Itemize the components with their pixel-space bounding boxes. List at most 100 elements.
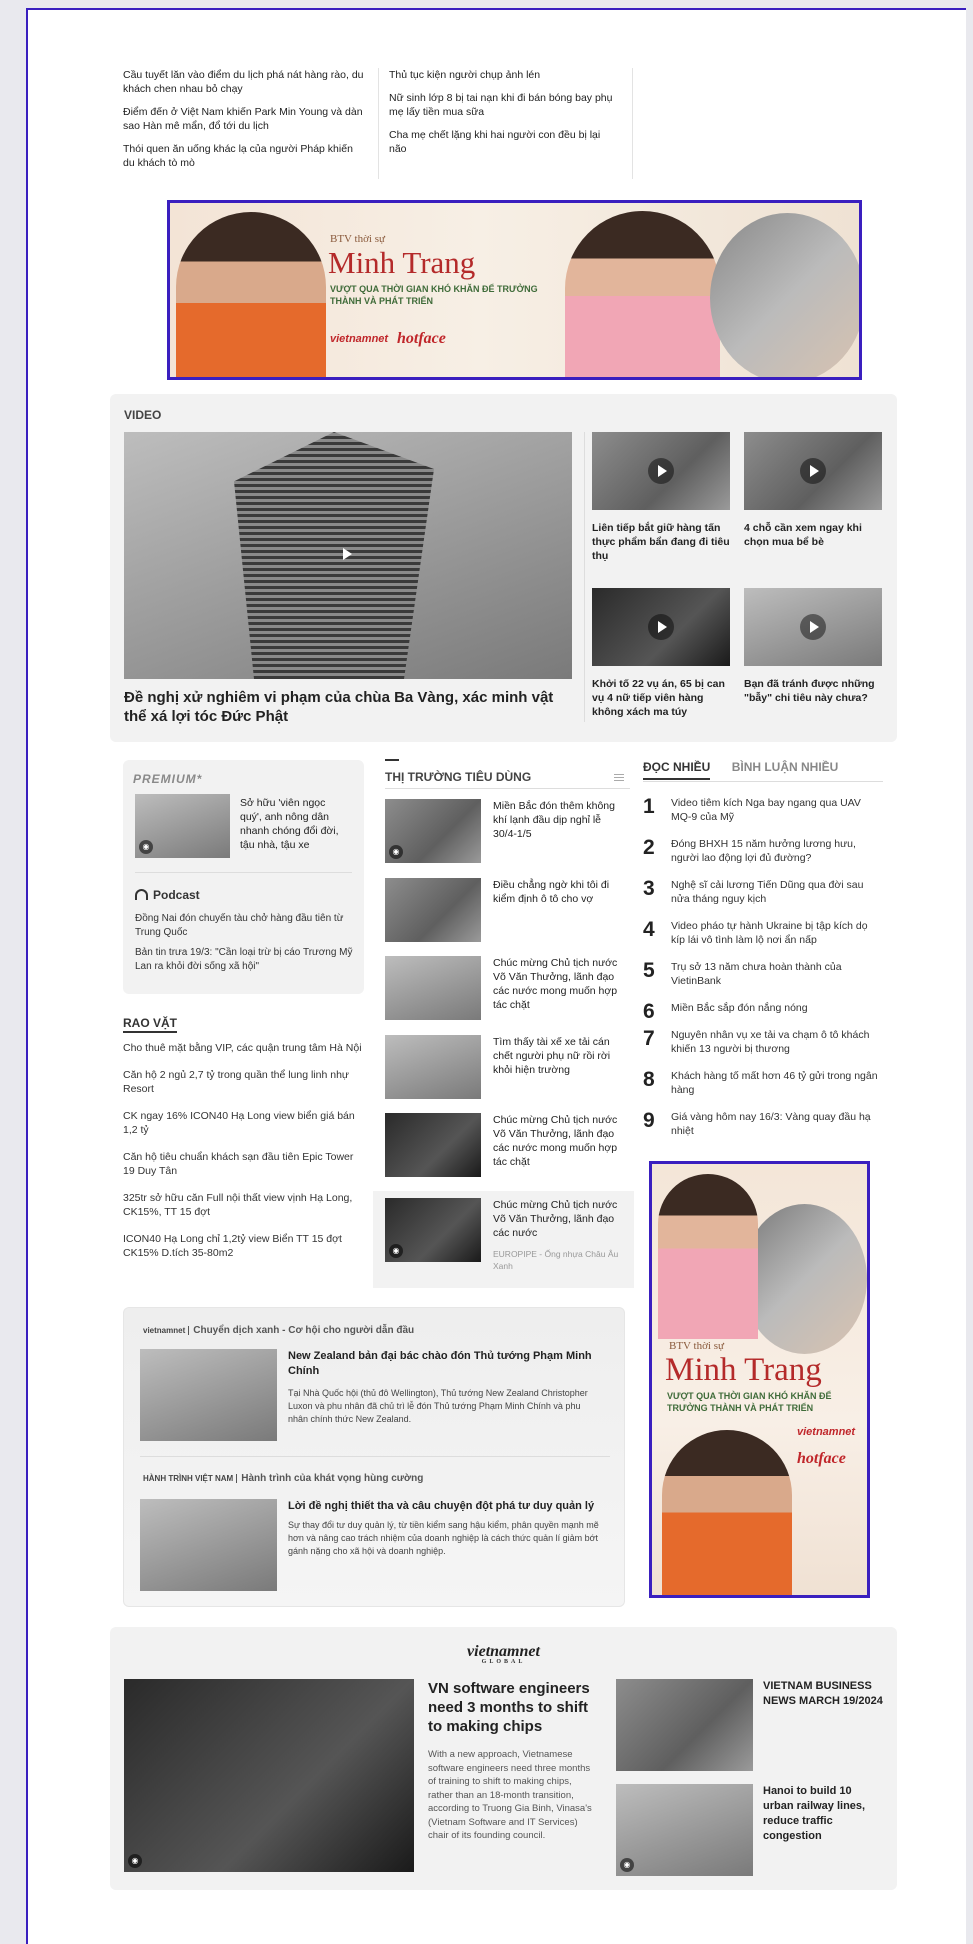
most-read-item[interactable]: 4 Video pháo tự hành Ukraine bị tập kích … bbox=[643, 918, 883, 947]
related-link[interactable]: Thói quen ăn uống khác lạ của người Pháp… bbox=[123, 142, 366, 170]
most-read-item[interactable]: 1 Video tiêm kích Nga bay ngang qua UAV M… bbox=[643, 795, 883, 824]
most-read-title[interactable]: Video pháo tự hành Ukraine bị tập kích d… bbox=[671, 920, 868, 946]
global-main-title[interactable]: VN software engineers need 3 months to s… bbox=[428, 1679, 593, 1736]
play-icon[interactable] bbox=[333, 541, 363, 571]
most-read-title[interactable]: Trụ sở 13 năm chưa hoàn thành của Vietin… bbox=[671, 961, 842, 987]
video-card[interactable]: Bạn đã tránh được những "bẫy" chi tiêu n… bbox=[744, 588, 882, 705]
news-card[interactable]: ◉ Miền Bắc đón thêm không khí lạnh đầu d… bbox=[385, 799, 630, 865]
related-link[interactable]: Cầu tuyết lăn vào điểm du lịch phá nát h… bbox=[123, 68, 366, 96]
news-thumbnail[interactable]: ◉ bbox=[385, 1198, 481, 1262]
news-title[interactable]: Miền Bắc đón thêm không khí lạnh đầu dịp… bbox=[493, 799, 625, 841]
news-thumbnail[interactable] bbox=[385, 878, 481, 942]
video-card[interactable]: 4 chỗ cần xem ngay khi chọn mua bể bè bbox=[744, 432, 882, 549]
podcast-label: Podcast bbox=[153, 888, 200, 902]
related-link[interactable]: Điểm đến ở Việt Nam khiến Park Min Young… bbox=[123, 105, 366, 133]
most-read-item[interactable]: 7 Nguyên nhân vụ xe tải va chạm ô tô khác… bbox=[643, 1027, 883, 1056]
video-card[interactable]: Liên tiếp bắt giữ hàng tấn thực phẩm bẩn… bbox=[592, 432, 730, 563]
video-card-title[interactable]: Bạn đã tránh được những "bẫy" chi tiêu n… bbox=[744, 677, 882, 705]
video-card-title[interactable]: 4 chỗ cần xem ngay khi chọn mua bể bè bbox=[744, 521, 882, 549]
video-main-thumbnail[interactable] bbox=[124, 432, 572, 679]
hotface-logo: hotface bbox=[397, 330, 446, 347]
podcast-item[interactable]: Bản tin trưa 19/3: "Cần loại trừ bị cáo … bbox=[135, 946, 360, 974]
news-title[interactable]: Chúc mừng Chủ tịch nước Võ Văn Thưởng, l… bbox=[493, 956, 625, 1012]
play-icon[interactable] bbox=[800, 614, 826, 640]
vietnamnet-global-logo[interactable]: vietnamnet GLOBAL bbox=[110, 1643, 897, 1665]
news-thumbnail[interactable]: ◉ bbox=[385, 799, 481, 863]
partner-story-title[interactable]: Lời đề nghị thiết tha và câu chuyện đột … bbox=[288, 1499, 598, 1514]
news-title[interactable]: Chúc mừng Chủ tịch nước Võ Văn Thưởng, l… bbox=[493, 1113, 625, 1169]
most-read-item[interactable]: 2 Đóng BHXH 15 năm hưởng lương hưu, người… bbox=[643, 836, 883, 865]
news-card[interactable]: Điều chẳng ngờ khi tôi đi kiểm định ô tô… bbox=[385, 878, 630, 944]
news-card[interactable]: Tìm thấy tài xế xe tải cán chết người ph… bbox=[385, 1035, 630, 1101]
global-main-thumbnail[interactable]: ◉ bbox=[124, 1679, 414, 1872]
play-icon[interactable] bbox=[648, 614, 674, 640]
ad-banner-top[interactable]: BTV thời sự Minh Trang VƯỢT QUA THỜI GIA… bbox=[167, 200, 862, 380]
video-card-title[interactable]: Liên tiếp bắt giữ hàng tấn thực phẩm bẩn… bbox=[592, 521, 730, 563]
premium-thumbnail[interactable]: ◉ bbox=[135, 794, 230, 858]
news-card[interactable]: Chúc mừng Chủ tịch nước Võ Văn Thưởng, l… bbox=[385, 1113, 630, 1179]
classified-item[interactable]: 325tr sở hữu căn Full nội thất view vịnh… bbox=[123, 1191, 364, 1219]
video-card-title[interactable]: Khởi tố 22 vụ án, 65 bị can vụ 4 nữ tiếp… bbox=[592, 677, 730, 719]
most-read-title[interactable]: Nghệ sĩ cải lương Tiến Dũng qua đời sau … bbox=[671, 879, 863, 905]
tab-most-read[interactable]: ĐỌC NHIỀU bbox=[643, 760, 711, 780]
classified-item[interactable]: CK ngay 16% ICON40 Hạ Long view biển giá… bbox=[123, 1109, 364, 1137]
video-main-title[interactable]: Đề nghị xử nghiêm vi phạm của chùa Ba Và… bbox=[124, 688, 572, 726]
related-link[interactable]: Thủ tục kiện người chụp ảnh lén bbox=[389, 68, 620, 82]
tab-most-commented[interactable]: BÌNH LUẬN NHIỀU bbox=[732, 760, 839, 774]
news-title[interactable]: Chúc mừng Chủ tịch nước Võ Văn Thưởng, l… bbox=[493, 1198, 625, 1240]
news-card[interactable]: Chúc mừng Chủ tịch nước Võ Văn Thưởng, l… bbox=[385, 956, 630, 1022]
most-read-title[interactable]: Đóng BHXH 15 năm hưởng lương hưu, người … bbox=[671, 838, 856, 864]
news-thumbnail[interactable] bbox=[385, 956, 481, 1020]
most-read-item[interactable]: 3 Nghệ sĩ cải lương Tiến Dũng qua đời sau… bbox=[643, 877, 883, 906]
most-read-title[interactable]: Nguyên nhân vụ xe tải va chạm ô tô khách… bbox=[671, 1029, 869, 1055]
premium-story-title[interactable]: Sở hữu 'viên ngọc quý', anh nông dân nha… bbox=[240, 796, 350, 852]
section-title[interactable]: THỊ TRƯỜNG TIÊU DÙNG bbox=[385, 770, 531, 784]
partner-label[interactable]: vietnamnet Chuyển dịch xanh - Cơ hội cho … bbox=[140, 1325, 414, 1336]
ad-banner-side[interactable]: BTV thời sự Minh Trang VƯỢT QUA THỜI GIA… bbox=[649, 1161, 870, 1598]
most-read-item[interactable]: 9 Giá vàng hôm nay 16/3: Vàng quay đầu hạ… bbox=[643, 1109, 883, 1138]
partner-label[interactable]: HÀNH TRÌNH VIỆT NAM Hành trình của khát v… bbox=[140, 1473, 423, 1484]
global-card-title[interactable]: Hanoi to build 10 urban railway lines, r… bbox=[763, 1784, 885, 1844]
most-read-title[interactable]: Video tiêm kích Nga bay ngang qua UAV MQ… bbox=[671, 797, 861, 823]
classified-item[interactable]: Căn hộ 2 ngủ 2,7 tỷ trong quần thể lung … bbox=[123, 1068, 364, 1096]
classified-item[interactable]: ICON40 Hạ Long chỉ 1,2tỷ view Biển TT 15… bbox=[123, 1232, 364, 1260]
global-card-title[interactable]: VIETNAM BUSINESS NEWS MARCH 19/2024 bbox=[763, 1679, 885, 1709]
partner-story-title[interactable]: New Zealand bản đại bác chào đón Thủ tướ… bbox=[288, 1349, 598, 1379]
partner-thumbnail[interactable] bbox=[140, 1499, 277, 1591]
play-icon[interactable] bbox=[800, 458, 826, 484]
most-read-title[interactable]: Giá vàng hôm nay 16/3: Vàng quay đầu hạ … bbox=[671, 1111, 871, 1137]
partner-thumbnail[interactable] bbox=[140, 1349, 277, 1441]
podcast-item[interactable]: Đồng Nai đón chuyến tàu chở hàng đầu tiê… bbox=[135, 912, 360, 940]
play-icon[interactable] bbox=[648, 458, 674, 484]
news-thumbnail[interactable] bbox=[385, 1035, 481, 1099]
partner-label-text[interactable]: Hành trình của khát vọng hùng cường bbox=[241, 1473, 423, 1484]
section-accent bbox=[385, 759, 399, 761]
section-title[interactable]: RAO VẶT bbox=[123, 1016, 177, 1033]
partner-label-text[interactable]: Chuyển dịch xanh - Cơ hội cho người dẫn … bbox=[193, 1325, 414, 1336]
video-thumbnail[interactable] bbox=[592, 432, 730, 510]
most-read-item[interactable]: 5 Trụ sở 13 năm chưa hoàn thành của Vieti… bbox=[643, 959, 883, 988]
most-read-item[interactable]: 8 Khách hàng tố mất hơn 46 tỷ gửi trong n… bbox=[643, 1068, 883, 1097]
video-card[interactable]: Khởi tố 22 vụ án, 65 bị can vụ 4 nữ tiếp… bbox=[592, 588, 730, 719]
premium-box: PREMIUM* ◉ Sở hữu 'viên ngọc quý', anh n… bbox=[123, 760, 364, 994]
news-thumbnail[interactable] bbox=[385, 1113, 481, 1177]
most-read-title[interactable]: Khách hàng tố mất hơn 46 tỷ gửi trong ng… bbox=[671, 1070, 878, 1096]
news-title[interactable]: Tìm thấy tài xế xe tải cán chết người ph… bbox=[493, 1035, 625, 1077]
sponsor-label[interactable]: EUROPIPE - Ống nhựa Châu Âu Xanh bbox=[493, 1248, 625, 1272]
video-thumbnail[interactable] bbox=[744, 588, 882, 666]
global-thumbnail[interactable] bbox=[616, 1679, 753, 1771]
most-read-item[interactable]: 6 Miền Bắc sắp đón nắng nóng bbox=[643, 1000, 883, 1023]
related-link[interactable]: Cha mẹ chết lặng khi hai người con đều b… bbox=[389, 128, 620, 156]
classified-item[interactable]: Cho thuê mặt bằng VIP, các quận trung tâ… bbox=[123, 1041, 364, 1055]
rank-number: 5 bbox=[643, 959, 655, 982]
menu-icon[interactable] bbox=[614, 774, 624, 781]
video-thumbnail[interactable] bbox=[744, 432, 882, 510]
most-read-title[interactable]: Miền Bắc sắp đón nắng nóng bbox=[671, 1002, 808, 1014]
camera-icon: ◉ bbox=[139, 840, 153, 854]
classified-item[interactable]: Căn hộ tiêu chuẩn khách sạn đầu tiên Epi… bbox=[123, 1150, 364, 1178]
news-title[interactable]: Điều chẳng ngờ khi tôi đi kiểm định ô tô… bbox=[493, 878, 625, 906]
video-thumbnail[interactable] bbox=[592, 588, 730, 666]
global-thumbnail[interactable]: ◉ bbox=[616, 1784, 753, 1876]
related-link[interactable]: Nữ sinh lớp 8 bị tai nạn khi đi bán bóng… bbox=[389, 91, 620, 119]
vietnamnet-logo: vietnamnet bbox=[797, 1426, 856, 1438]
